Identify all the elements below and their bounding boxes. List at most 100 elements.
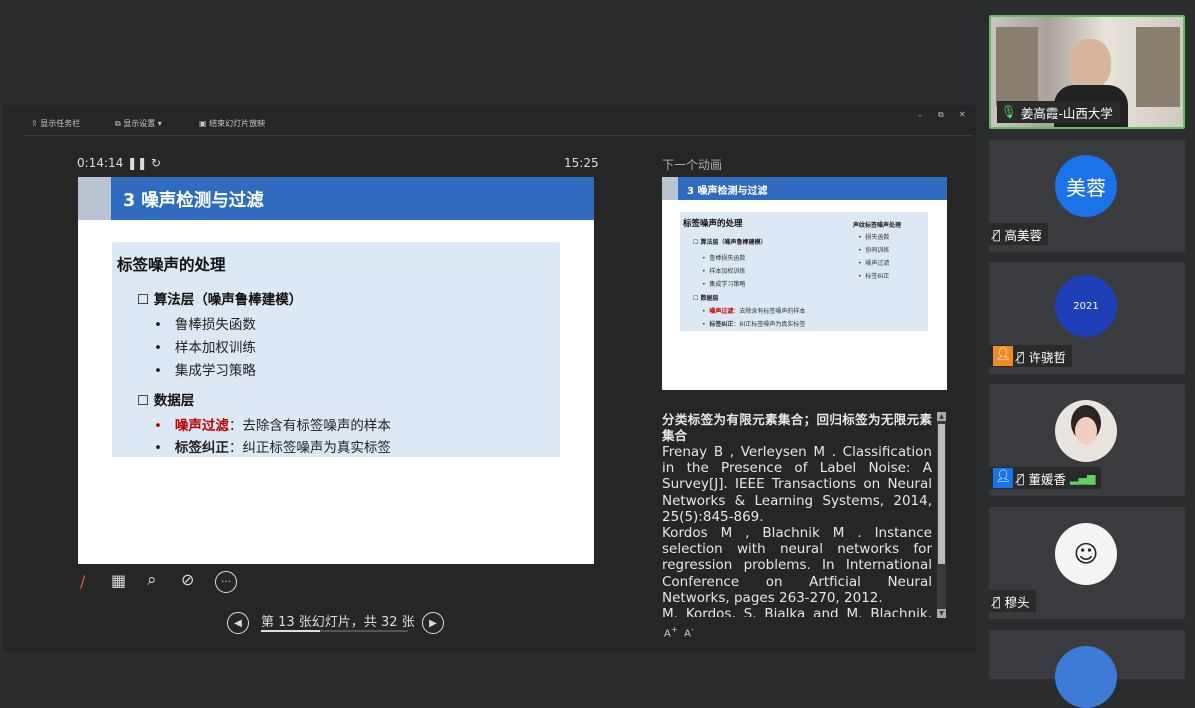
participant-name: 穆头	[1004, 594, 1030, 610]
next-algo-item: 样本加权训练	[709, 268, 746, 275]
end-show-button[interactable]: ▣ 结束幻灯片放映	[199, 118, 265, 129]
scroll-thumb[interactable]	[938, 424, 945, 564]
signal-icon: ▂▄▆	[1070, 471, 1096, 485]
slide-logo-image	[78, 177, 111, 220]
next-slide-preview[interactable]: 3 噪声检测与过滤 标签噪声的处理 声纹标签噪声处理 ☐ 算法层（噪声鲁棒建模）…	[662, 177, 947, 390]
mic-muted-icon: 🎙̸	[1017, 470, 1025, 486]
data-item-desc: ：去除含有标签噪声的样本	[228, 418, 391, 434]
next-data-layer: ☐ 数据层	[693, 293, 718, 302]
slide-progress-track	[261, 630, 408, 632]
slide-title: 3 噪声检测与过滤	[123, 191, 264, 211]
zoom-icon[interactable]: ⌕	[147, 570, 157, 590]
next-data-term: 噪声过滤	[709, 308, 734, 315]
previous-slide-icon[interactable]: ◀	[227, 612, 249, 634]
data-item-term: 标签纠正	[174, 440, 229, 456]
slide-counter: 第 13 张幻灯片，共 32 张	[261, 615, 415, 630]
notes-reference: M. Kordos, S. Bialka and M. Blachnik, In…	[662, 606, 932, 617]
next-right-item: 噪声过滤	[865, 260, 890, 267]
notes-reference: Frenay B , Verleysen M . Classification …	[662, 444, 932, 525]
data-item-term: 噪声过滤	[174, 418, 229, 434]
participant-tile[interactable]: 美蓉 🎙̸ 高美蓉	[989, 140, 1185, 252]
next-slide-box: 标签噪声的处理 声纹标签噪声处理 ☐ 算法层（噪声鲁棒建模） • 鲁棒损失函数 …	[680, 212, 928, 331]
scroll-up-icon[interactable]: ▲	[937, 412, 946, 421]
see-all-slides-icon[interactable]: ▦	[111, 571, 126, 590]
next-slide-icon[interactable]: ▶	[422, 612, 444, 634]
algo-item-label: 样本加权训练	[174, 340, 256, 356]
slide-progress-fill	[261, 630, 320, 632]
checkbox-icon: ☐	[137, 393, 154, 409]
close-icon[interactable]: ✕	[959, 110, 966, 119]
participant-name: 姜高霞-山西大学	[1020, 105, 1113, 121]
data-layer-label: 数据层	[153, 393, 195, 409]
next-algo-item: 鲁棒损失函数	[709, 255, 746, 262]
current-slide: 3 噪声检测与过滤 标签噪声的处理 ☐ 算法层（噪声鲁棒建模） • 鲁棒损失函数…	[78, 177, 594, 564]
presenter-view: ⇪ 显示任务栏 ⧉ 显示设置 ▾ ▣ 结束幻灯片放映 – ⧉ ✕ 0:14:14…	[3, 105, 976, 652]
mic-on-icon: 🎙︎	[1001, 104, 1017, 119]
participant-label: 🎙︎ 姜高霞-山西大学	[997, 101, 1120, 123]
participant-tile[interactable]: 👤︎ 🎙̸ 董媛香 ▂▄▆	[989, 384, 1185, 496]
data-layer: ☐ 数据层	[137, 389, 194, 409]
checkbox-icon: ☐	[137, 292, 154, 308]
participant-name: 高美蓉	[1004, 227, 1043, 243]
restore-icon[interactable]: ⧉	[938, 110, 944, 120]
algo-item: • 鲁棒损失函数	[154, 317, 256, 333]
speaker-notes[interactable]: 分类标签为有限元素集合；回归标签为无限元素集合 Frenay B , Verle…	[662, 412, 932, 617]
participant-tile[interactable]: ☺ 🎙̸ 穆头	[989, 507, 1185, 619]
toolbar-divider	[23, 135, 973, 136]
end-show-label: 结束幻灯片放映	[209, 119, 266, 128]
pause-icon[interactable]: ❚❚	[127, 156, 147, 170]
participant-avatar: 美蓉	[1055, 155, 1117, 217]
display-settings-button[interactable]: ⧉ 显示设置 ▾	[115, 118, 162, 129]
next-algo-item: 集成学习策略	[709, 281, 746, 288]
next-slide-heading: 标签噪声的处理	[683, 219, 743, 229]
participant-tile[interactable]: 2021 👤︎ 🎙̸ 许骁哲	[989, 262, 1185, 374]
reset-icon[interactable]: ↻	[151, 156, 161, 170]
next-algo-layer-label: 算法层（噪声鲁棒建模）	[700, 239, 767, 246]
notes-reference: Kordos M , Blachnik M . Instance selecti…	[662, 525, 932, 606]
screen-toggle-icon[interactable]: ⊘	[181, 570, 194, 589]
minimize-icon[interactable]: –	[918, 111, 922, 120]
participant-avatar: ☺	[1055, 523, 1117, 585]
user-icon: 👤︎	[993, 346, 1013, 366]
pen-icon[interactable]: ∕	[80, 572, 85, 591]
next-data-term: 标签纠正	[709, 321, 734, 328]
participant-name: 许骁哲	[1028, 349, 1067, 365]
algo-layer-label: 算法层（噪声鲁棒建模）	[153, 292, 303, 308]
more-options-icon[interactable]: ···	[215, 571, 237, 593]
participant-tile[interactable]	[989, 630, 1185, 708]
next-slide-right-title: 声纹标签噪声处理	[853, 222, 902, 229]
participant-avatar	[1055, 400, 1117, 462]
show-taskbar-button[interactable]: ⇪ 显示任务栏	[31, 118, 80, 129]
next-algo-layer: ☐ 算法层（噪声鲁棒建模）	[693, 237, 766, 246]
algo-item: • 样本加权训练	[154, 340, 256, 356]
slide-content-box: 标签噪声的处理 ☐ 算法层（噪声鲁棒建模） • 鲁棒损失函数 • 样本加权训练 …	[112, 242, 560, 457]
mic-muted-icon: 🎙̸	[1017, 348, 1025, 364]
increase-font-icon[interactable]: A+ A-	[664, 624, 694, 639]
user-icon: 👤︎	[993, 468, 1013, 488]
slide-title-bar: 3 噪声检测与过滤	[78, 177, 594, 220]
participant-tile[interactable]: 🎙︎ 姜高霞-山西大学	[989, 15, 1185, 129]
next-data-desc: ：纠正标签噪声为真实标签	[733, 321, 806, 328]
next-data-list: • 噪声过滤：去除含有标签噪声的样本 • 标签纠正：纠正标签噪声为真实标签	[702, 308, 806, 328]
algo-item-label: 集成学习策略	[174, 363, 256, 379]
participant-label: 👤︎ 🎙̸ 许骁哲	[989, 345, 1073, 367]
next-right-list: • 损失函数 • 协同训练 • 噪声过滤 • 标签纠正	[858, 234, 890, 280]
data-item: • 标签纠正：纠正标签噪声为真实标签	[154, 440, 391, 456]
next-data-layer-label: 数据层	[700, 295, 719, 302]
video-bookshelf	[996, 27, 1038, 107]
elapsed-time: 0:14:14	[77, 156, 124, 170]
algo-item-label: 鲁棒损失函数	[174, 317, 256, 333]
next-data-desc: ：去除含有标签噪声的样本	[733, 308, 806, 315]
next-right-item: 协同训练	[865, 247, 890, 254]
elapsed-timer: 0:14:14 ❚❚ ↻	[77, 156, 161, 170]
scroll-down-icon[interactable]: ▼	[937, 609, 946, 618]
next-slide-title: 3 噪声检测与过滤	[687, 186, 768, 197]
participant-label: 🎙̸ 穆头	[989, 590, 1036, 612]
data-item: • 噪声过滤：去除含有标签噪声的样本	[154, 418, 391, 434]
clock: 15:25	[564, 156, 599, 170]
slide-heading: 标签噪声的处理	[117, 256, 226, 274]
algo-item: • 集成学习策略	[154, 363, 256, 379]
mic-muted-icon: 🎙̸	[993, 226, 1001, 242]
participant-avatar	[1055, 646, 1117, 708]
notes-scrollbar[interactable]: ▲ ▼	[937, 412, 946, 618]
